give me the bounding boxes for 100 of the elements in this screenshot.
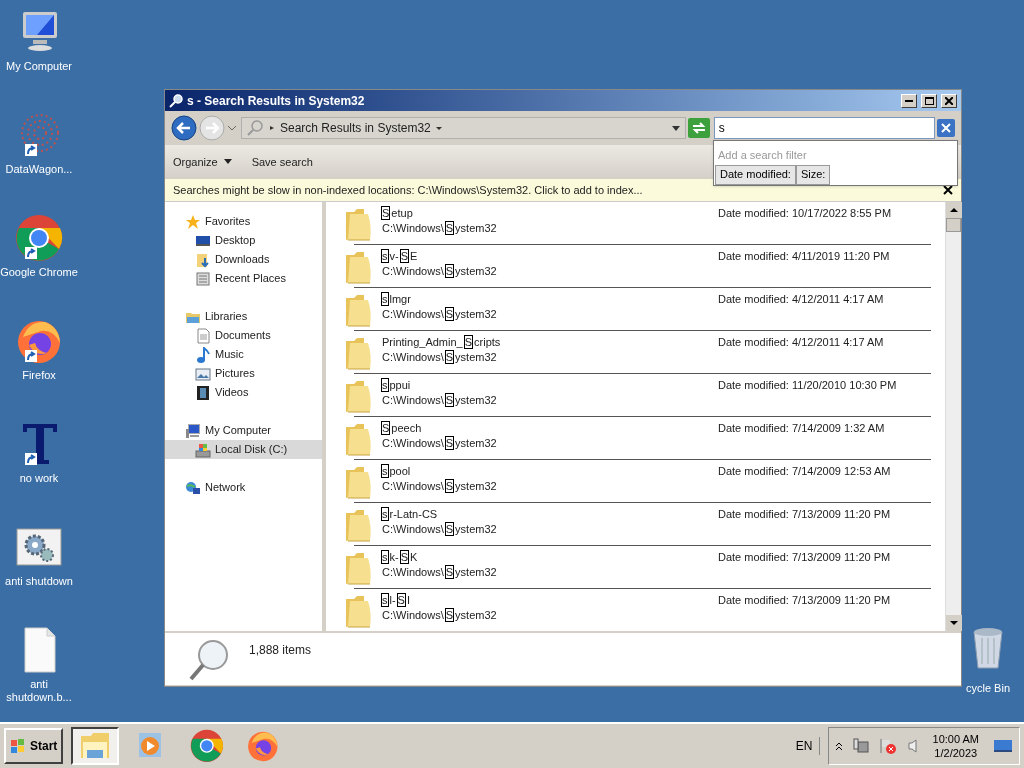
- search-icon: [169, 93, 183, 108]
- nav-item[interactable]: Downloads: [165, 250, 322, 269]
- close-icon: [945, 96, 953, 105]
- nav-item[interactable]: Music: [165, 345, 322, 364]
- desktop-icon-label[interactable]: anti shutdown: [5, 575, 73, 588]
- music-note-icon: [195, 346, 211, 363]
- search-field[interactable]: s: [713, 117, 935, 139]
- folder-icon: [344, 507, 374, 543]
- scrollbar[interactable]: [945, 202, 961, 631]
- chevron-up-icon[interactable]: [834, 741, 843, 751]
- folder-icon: [344, 292, 374, 328]
- minimize-button[interactable]: [901, 93, 917, 108]
- toolbar-button[interactable]: Save search: [251, 153, 313, 171]
- close-icon[interactable]: [943, 185, 953, 195]
- shortcut-arrow-icon: [25, 350, 37, 362]
- language-indicator[interactable]: EN: [795, 737, 820, 755]
- file-path: C:\Windows\ S ystem32: [381, 565, 498, 580]
- desktop-icon-label[interactable]: no work: [19, 472, 59, 485]
- speaker-icon[interactable]: [906, 738, 919, 754]
- folder-icon: [344, 378, 374, 414]
- start-button[interactable]: Start: [4, 728, 64, 764]
- shortcut-arrow-icon: [25, 247, 37, 259]
- folder-icon: [344, 421, 374, 457]
- date-modified: Date modified: 7/13/2009 11:20 PM: [718, 593, 891, 608]
- flag-error-icon[interactable]: [878, 738, 897, 754]
- folder-icon: [344, 335, 374, 371]
- caret-icon[interactable]: [227, 123, 237, 133]
- maximize-button[interactable]: [921, 93, 937, 108]
- file-name[interactable]: S peech: [381, 421, 423, 436]
- date-modified: Date modified: 10/17/2022 8:55 PM: [718, 206, 892, 221]
- nav-item[interactable]: Documents: [165, 326, 322, 345]
- file-name[interactable]: S etup: [381, 206, 414, 221]
- show-desktop-icon[interactable]: [993, 738, 1013, 754]
- nav-item[interactable]: Libraries: [165, 307, 322, 326]
- breadcrumb-item[interactable]: Search Results in System32: [280, 119, 431, 137]
- file-path: C:\Windows\ S ystem32: [381, 393, 498, 408]
- nav-item[interactable]: Videos: [165, 383, 322, 402]
- desktop-icon-label[interactable]: DataWagon...: [5, 163, 73, 176]
- clock-date[interactable]: 1/2/2023: [934, 746, 978, 760]
- computer-icon: [185, 422, 201, 439]
- filter-button[interactable]: Size:: [795, 164, 831, 185]
- desktop-icon-label[interactable]: My Computer: [6, 60, 72, 73]
- file-path: C:\Windows\ S ystem32: [381, 479, 498, 494]
- caret-icon: [268, 124, 276, 132]
- file-name[interactable]: s ppui: [381, 378, 412, 393]
- file-name[interactable]: s lmgr: [381, 292, 412, 307]
- file-path: C:\Windows\ S ystem32: [381, 221, 498, 236]
- film-strip-icon: [195, 384, 211, 401]
- caret-icon: [434, 124, 443, 132]
- filter-button[interactable]: Date modified:: [715, 164, 796, 185]
- close-search-icon[interactable]: [937, 119, 955, 137]
- folder-icon: [344, 206, 374, 242]
- file-name[interactable]: s v- S E: [381, 249, 419, 264]
- file-name[interactable]: s l- S I: [381, 593, 411, 608]
- nav-item[interactable]: Pictures: [165, 364, 322, 383]
- refresh-icon[interactable]: [687, 118, 710, 138]
- folder-icon: [344, 550, 374, 586]
- desktop-icon-label[interactable]: cycle Bin: [966, 680, 1010, 697]
- magnifier-icon: [187, 637, 231, 681]
- desktop-icon-label[interactable]: Google Chrome: [0, 266, 78, 279]
- date-modified: Date modified: 11/20/2010 10:30 PM: [718, 378, 897, 393]
- date-modified: Date modified: 4/12/2011 4:17 AM: [718, 292, 884, 307]
- nav-item[interactable]: Desktop: [165, 231, 322, 250]
- search-filter-hint: Add a search filter: [717, 148, 808, 163]
- date-modified: Date modified: 7/14/2009 1:32 AM: [718, 421, 885, 436]
- file-name[interactable]: s k- S K: [381, 550, 419, 565]
- caret-icon: [223, 159, 232, 165]
- windows-logo-icon: [10, 738, 26, 754]
- date-modified: Date modified: 7/13/2009 11:20 PM: [718, 507, 891, 522]
- document-icon: [195, 327, 211, 344]
- nav-item[interactable]: Network: [165, 478, 322, 497]
- nav-item[interactable]: Recent Places: [165, 269, 322, 288]
- nav-item[interactable]: My Computer: [165, 421, 322, 440]
- file-name[interactable]: s r-Latn-CS: [381, 507, 439, 522]
- drive-icon: [195, 441, 211, 458]
- globe-network-icon: [185, 479, 201, 496]
- file-name[interactable]: Printing_Admin_ S cripts: [381, 335, 502, 350]
- network-icon[interactable]: [852, 738, 869, 754]
- file-name[interactable]: s pool: [381, 464, 412, 479]
- nav-item[interactable]: Local Disk (C:): [165, 440, 322, 459]
- taskbar-button[interactable]: [71, 727, 120, 765]
- file-path: C:\Windows\ S ystem32: [381, 436, 498, 451]
- folder-arrow-icon: [195, 251, 211, 268]
- file-path: C:\Windows\ S ystem32: [381, 307, 498, 322]
- scroll-thumb[interactable]: [946, 218, 961, 232]
- toolbar-button[interactable]: Organize: [173, 153, 232, 171]
- address-bar[interactable]: Search Results in System32: [241, 117, 686, 139]
- date-modified: Date modified: 4/11/2019 11:20 PM: [718, 249, 890, 264]
- desktop-icon-label[interactable]: Firefox: [22, 369, 56, 382]
- close-button[interactable]: [941, 93, 957, 108]
- star-icon: [185, 213, 201, 230]
- dropdown-caret-icon[interactable]: [670, 123, 681, 133]
- file-path: C:\Windows\ S ystem32: [381, 608, 498, 623]
- date-modified: Date modified: 7/14/2009 12:53 AM: [718, 464, 891, 479]
- maximize-icon: [924, 96, 934, 105]
- window-title: s - Search Results in System32: [187, 92, 366, 110]
- nav-item[interactable]: Favorites: [165, 212, 322, 231]
- desktop-icon-label[interactable]: anti shutdown.b...: [0, 678, 78, 704]
- picture-icon: [195, 365, 211, 382]
- clock-time[interactable]: 10:00 AM: [932, 732, 979, 746]
